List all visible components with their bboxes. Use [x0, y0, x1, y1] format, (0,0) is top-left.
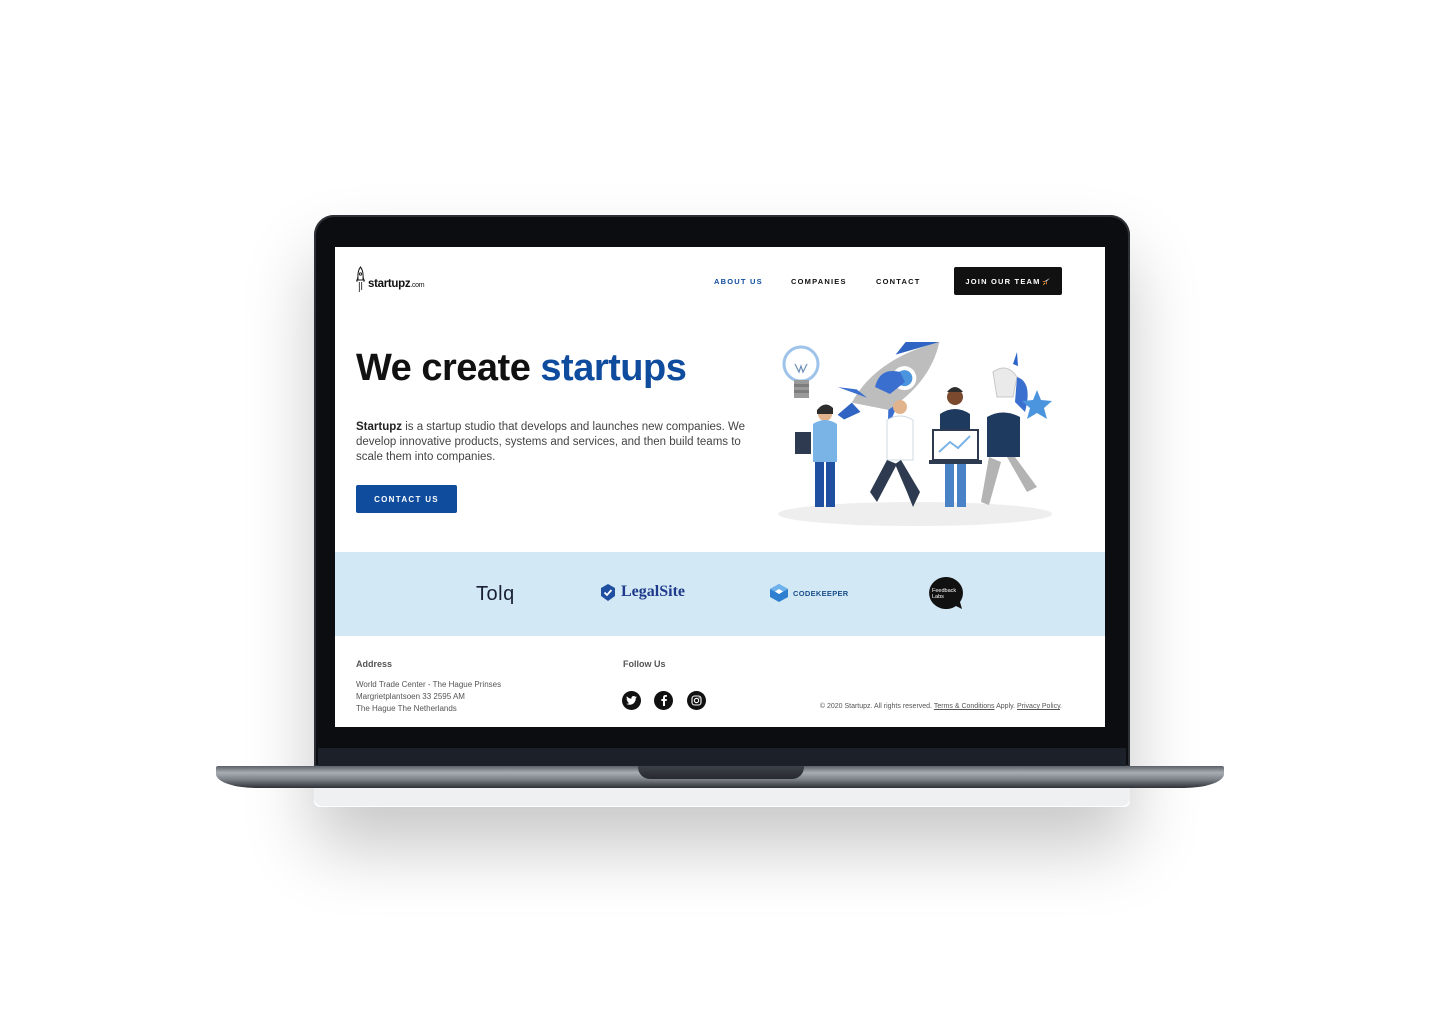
partner-feedback-labs-logo[interactable]: Feedback Labs — [928, 576, 964, 610]
twitter-icon[interactable] — [622, 691, 641, 710]
codekeeper-cube-icon — [770, 584, 788, 602]
partners-band: Tolq LegalSite CODEKEEPER Feedback Labs — [335, 552, 1105, 636]
legalsite-text: LegalSite — [621, 583, 685, 600]
person-girl — [795, 404, 837, 507]
copyright-line: © 2020 Startupz. All rights reserved. Te… — [820, 703, 1062, 710]
join-our-team-button[interactable]: JOIN OUR TEAM — [954, 267, 1062, 295]
privacy-policy-link[interactable]: Privacy Policy — [1017, 703, 1060, 710]
lightbulb-icon — [782, 345, 820, 398]
brand-name: startupz.com — [368, 278, 425, 290]
privacy-suffix: . — [1060, 703, 1062, 710]
person-laptop — [929, 387, 982, 507]
laptop-bezel — [318, 748, 1126, 768]
speech-bubble-icon: Feedback Labs — [929, 577, 963, 609]
partner-legalsite-logo[interactable]: LegalSite — [600, 583, 685, 601]
partner-codekeeper-logo[interactable]: CODEKEEPER — [769, 583, 849, 603]
facebook-icon[interactable] — [654, 691, 673, 710]
shield-check-icon — [601, 583, 615, 601]
person-unicorn — [981, 352, 1052, 505]
join-label: JOIN OUR TEAM — [965, 276, 1041, 286]
address-line: World Trade Center - The Hague Prinses — [356, 680, 502, 689]
hero-description: Startupz is a startup studio that develo… — [356, 421, 746, 463]
instagram-icon[interactable] — [687, 691, 706, 710]
nav-companies[interactable]: COMPANIES — [791, 277, 847, 286]
address-block: World Trade Center - The Hague Prinses M… — [356, 679, 501, 715]
terms-link[interactable]: Terms & Conditions — [934, 703, 995, 710]
laptop-notch — [638, 766, 804, 779]
apply-text: Apply. — [996, 703, 1016, 710]
feedback-text-2: Labs — [932, 594, 944, 600]
follow-heading: Follow Us — [623, 659, 666, 669]
copyright-text: © 2020 Startupz. All rights reserved. — [819, 703, 933, 710]
contact-us-button[interactable]: CONTACT US — [356, 485, 457, 513]
address-line: Margrietplantsoen 33 2595 AM — [356, 692, 465, 701]
laptop-base-underside — [314, 788, 1130, 806]
rocket-emoji-icon — [1042, 277, 1050, 285]
rocket-icon — [356, 266, 365, 292]
nav-about-us[interactable]: ABOUT US — [714, 277, 763, 286]
partner-tolq-logo[interactable]: Tolq — [476, 583, 515, 606]
top-nav: startupz.com ABOUT US COMPANIES CONTACT … — [335, 247, 1105, 317]
address-heading: Address — [356, 659, 393, 669]
hero-title-accent: startups — [540, 347, 687, 389]
codekeeper-text: CODEKEEPER — [793, 588, 849, 598]
address-line: The Hague The Netherlands — [356, 704, 457, 713]
nav-contact[interactable]: CONTACT — [876, 277, 921, 286]
team-rocket-illustration — [778, 342, 1052, 526]
brand-logo[interactable]: startupz.com — [356, 266, 425, 293]
tolq-text: Tolq — [476, 583, 515, 605]
hero-title: We create startups — [356, 347, 687, 389]
website-screen: startupz.com ABOUT US COMPANIES CONTACT … — [335, 247, 1105, 727]
